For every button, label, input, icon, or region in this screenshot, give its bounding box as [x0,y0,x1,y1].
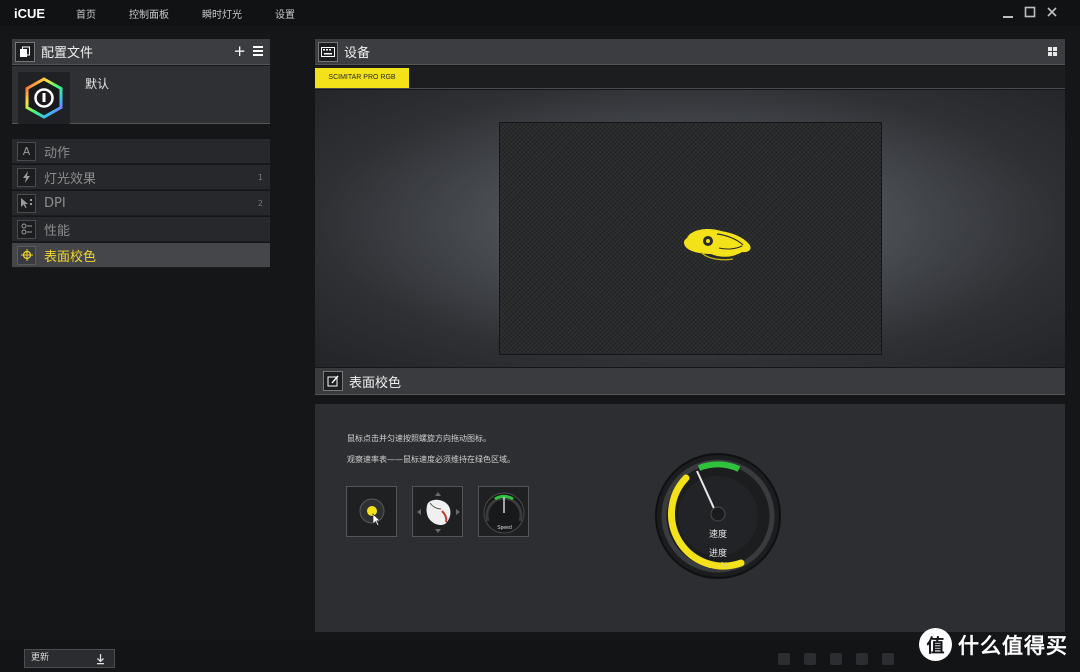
plus-icon[interactable]: + [233,43,246,60]
menu-item-label: 表面校色 [44,249,97,265]
mousepad-surface [499,122,882,355]
nav-dashboard[interactable]: 控制面板 [129,6,169,21]
social-icon-1[interactable] [778,653,790,665]
devices-header: 设备 [315,39,1065,65]
instruction-speed: 观察速率表——鼠标速度必须维持在绿色区域。 [347,455,515,464]
watermark: 值 什么值得买 [919,628,1068,661]
update-label: 更新 [31,653,50,663]
mouse-image [683,229,751,261]
menu-item-label: 灯光效果 [44,171,97,187]
calibration-title: 表面校色 [349,375,402,391]
social-links [778,653,894,665]
calibration-header: 表面校色 [315,368,1065,395]
speed-label: Speed [497,525,512,531]
instruction-drag: 鼠标点击并匀速按照螺旋方向拖动图标。 [347,434,491,443]
menu-item-surface-calibration[interactable]: 表面校色 [12,243,270,268]
calibration-body: 鼠标点击并匀速按照螺旋方向拖动图标。 观察速率表——鼠标速度必须维持在绿色区域。… [315,404,1065,632]
lightning-icon [17,167,36,187]
menu-item-label: DPI [44,195,66,211]
close-icon[interactable] [1046,5,1058,19]
profiles-title: 配置文件 [41,46,94,61]
performance-icon [17,219,36,239]
menu-item-label: 动作 [44,145,71,161]
menu-item-dpi[interactable]: DPI 2 [12,191,270,216]
step-speed-meter: Speed [478,486,529,537]
profile-name: 默认 [85,77,110,91]
device-tabs: SCIMITAR PRO RGB [315,66,1065,89]
device-preview [315,90,1065,367]
profiles-header: 配置文件 + [12,39,270,65]
menu-item-performance[interactable]: 性能 [12,217,270,242]
progress-unit: % [720,561,729,570]
keyboard-icon [318,41,338,62]
maximize-icon[interactable] [1024,5,1036,19]
status-bar: 更新 [0,640,1080,672]
action-icon: A [17,141,36,161]
nav-instant-lighting[interactable]: 瞬时灯光 [202,6,242,21]
watermark-logo: 值 [919,628,952,661]
menu-item-count: 1 [257,172,263,182]
watermark-text: 什么值得买 [958,633,1068,658]
social-icon-3[interactable] [830,653,842,665]
menu-item-actions[interactable]: A 动作 [12,139,270,164]
download-icon [96,650,105,671]
profile-menu: A 动作 灯光效果 1 DPI 2 性能 表面校色 [12,139,270,269]
update-button[interactable]: 更新 [24,649,115,668]
profile-default[interactable]: 默认 [12,66,270,124]
tab-scimitar-pro-rgb[interactable]: SCIMITAR PRO RGB [315,68,409,88]
edit-icon [323,371,343,391]
mouse-move-icon [417,492,460,533]
step-move-mouse [412,486,463,537]
social-icon-5[interactable] [882,653,894,665]
gauge-speed-label: 速度 [708,530,727,540]
title-bar: iCUE 首页 控制面板 瞬时灯光 设置 [0,0,1080,26]
grid-view-icon[interactable] [1048,47,1057,56]
menu-item-label: 性能 [44,223,71,239]
devices-title: 设备 [344,46,371,61]
menu-item-count: 2 [257,198,263,208]
gauge-percent: 53 % [653,561,783,570]
hamburger-icon[interactable] [252,43,264,60]
minimize-icon[interactable] [1002,5,1014,19]
crosshair-icon [17,245,36,265]
progress-value: 53 [707,561,719,570]
dpi-icon [17,193,36,213]
social-icon-2[interactable] [804,653,816,665]
gauge-progress-label: 进度 [708,549,727,559]
icue-profile-icon [18,72,70,124]
nav-settings[interactable]: 设置 [275,6,295,21]
nav-home[interactable]: 首页 [76,6,96,21]
app-logo: iCUE [14,5,46,21]
speed-gauge: 速度 进度 53 % [653,451,783,581]
menu-item-lighting[interactable]: 灯光效果 1 [12,165,270,190]
social-icon-4[interactable] [856,653,868,665]
drag-dot-icon [359,498,385,526]
step-click-drag [346,486,397,537]
profiles-icon [15,41,35,62]
